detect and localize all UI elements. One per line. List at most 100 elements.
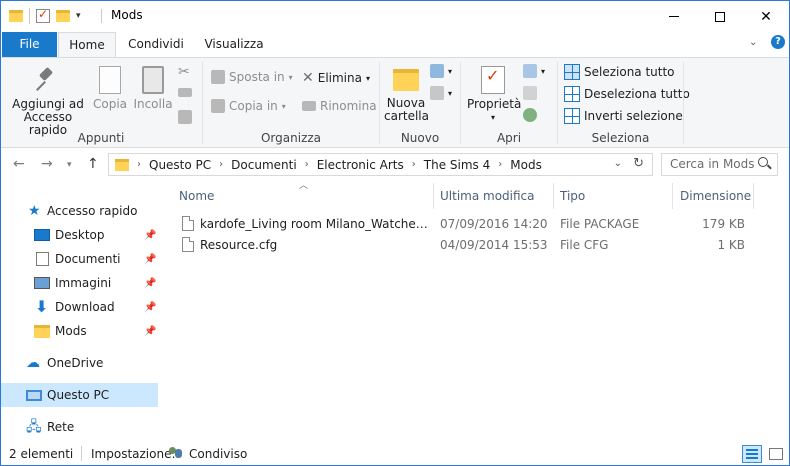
breadcrumb-electronic-arts[interactable]: Electronic Arts [317, 158, 404, 172]
help-icon[interactable]: ? [771, 35, 785, 49]
navigation-pane: ★ Accesso rapido Desktop 📌 Documenti 📌 I… [1, 181, 158, 441]
cut-icon[interactable]: ✂ [178, 64, 190, 80]
table-row[interactable]: kardofe_Living room Milano_Watches.pa...… [173, 214, 785, 235]
pin-icon[interactable]: 📌 [144, 230, 156, 241]
tab-view[interactable]: Visualizza [200, 32, 268, 57]
documents-icon [36, 252, 49, 266]
pin-icon[interactable]: 📌 [144, 278, 156, 289]
maximize-icon [715, 11, 725, 22]
pin-quick-access-button[interactable]: Aggiungi ad Accesso rapido [7, 66, 89, 137]
details-view-icon[interactable] [742, 445, 762, 463]
nav-item-mods[interactable]: Mods 📌 [1, 319, 158, 343]
nav-item-desktop[interactable]: Desktop 📌 [1, 223, 158, 247]
close-button[interactable]: ✕ [743, 1, 789, 32]
refresh-icon[interactable]: ↻ [633, 156, 644, 171]
delete-button[interactable]: ✕ Elimina ▾ [302, 70, 370, 86]
column-header-type[interactable]: Tipo [560, 183, 670, 209]
status-bar: 2 elementi Impostazione: Condiviso [1, 441, 789, 465]
forward-arrow-icon[interactable]: → [41, 156, 53, 172]
pin-icon[interactable]: 📌 [144, 302, 156, 313]
paste-shortcut-icon[interactable] [178, 110, 192, 124]
chevron-right-icon[interactable]: › [498, 159, 502, 170]
chevron-right-icon[interactable]: › [305, 159, 309, 170]
column-separator[interactable] [433, 183, 434, 209]
properties-label: Proprietà [467, 97, 522, 111]
select-none-button[interactable]: Deseleziona tutto [564, 86, 690, 102]
breadcrumb-the-sims-4[interactable]: The Sims 4 [424, 158, 490, 172]
folder-icon [115, 158, 129, 171]
back-arrow-icon[interactable]: ← [13, 156, 25, 172]
search-icon[interactable] [758, 157, 768, 167]
pin-icon[interactable]: 📌 [144, 326, 156, 337]
column-header-size[interactable]: Dimensione [680, 183, 752, 209]
nav-this-pc[interactable]: Questo PC [1, 383, 158, 407]
invert-selection-label: Inverti selezione [584, 109, 683, 123]
breadcrumb-mods[interactable]: Mods [510, 158, 542, 172]
close-icon: ✕ [760, 8, 772, 25]
select-all-icon [564, 64, 580, 80]
recent-locations-icon[interactable]: ▾ [67, 160, 72, 170]
minimize-button[interactable] [651, 1, 697, 32]
column-header-name[interactable]: Nome [179, 183, 433, 209]
nav-item-download[interactable]: ⬇ Download 📌 [1, 295, 158, 319]
column-header-modified[interactable]: Ultima modifica [440, 183, 552, 209]
network-icon: 🖧 [26, 419, 42, 435]
copy-path-icon[interactable] [178, 88, 192, 97]
paste-icon [142, 66, 164, 94]
address-dropdown-icon[interactable]: ⌄ [614, 158, 622, 169]
new-folder-icon [393, 69, 419, 91]
new-folder-qat-icon[interactable] [56, 10, 70, 22]
copy-button[interactable]: Copia [91, 66, 129, 111]
expand-ribbon-icon[interactable]: ⌄ [749, 37, 757, 48]
file-name: Resource.cfg [200, 238, 278, 252]
ribbon: Aggiungi ad Accesso rapido Copia Incolla… [1, 57, 789, 148]
nav-item-documenti[interactable]: Documenti 📌 [1, 247, 158, 271]
rename-button[interactable]: Rinomina [302, 99, 377, 113]
select-none-icon [564, 86, 580, 102]
nav-network[interactable]: 🖧 Rete [1, 415, 158, 439]
address-bar[interactable]: › Questo PC › Documenti › Electronic Art… [108, 153, 653, 176]
column-separator[interactable] [672, 183, 673, 209]
up-arrow-icon[interactable]: ↑ [87, 156, 99, 172]
qat-dropdown-icon[interactable]: ▾ [76, 11, 81, 21]
easy-access-icon[interactable]: ▾ [430, 86, 452, 100]
copy-to-button[interactable]: Copia in ▾ [211, 99, 286, 113]
breadcrumb-questo-pc[interactable]: Questo PC [149, 158, 211, 172]
history-icon[interactable] [523, 108, 537, 122]
quick-access-toolbar: ▾ [9, 7, 81, 24]
copy-label: Copia [92, 97, 128, 111]
chevron-right-icon[interactable]: › [412, 159, 416, 170]
move-to-icon [211, 70, 225, 84]
column-separator[interactable] [553, 183, 554, 209]
properties-button[interactable]: Proprietà ▾ [467, 66, 522, 124]
edit-icon[interactable] [523, 86, 537, 100]
maximize-button[interactable] [697, 1, 743, 32]
file-modified: 07/09/2016 14:20 [440, 217, 548, 231]
chevron-right-icon[interactable]: › [137, 159, 141, 170]
open-icon[interactable]: ▾ [523, 64, 545, 78]
tab-share[interactable]: Condividi [123, 32, 189, 57]
large-icons-view-icon[interactable] [766, 445, 786, 463]
chevron-right-icon[interactable]: › [219, 159, 223, 170]
shared-users-icon [168, 446, 184, 460]
properties-qat-icon[interactable] [36, 7, 50, 23]
paste-button[interactable]: Incolla [132, 66, 174, 111]
file-size: 1 KB [717, 238, 745, 252]
tab-home[interactable]: Home [58, 32, 116, 58]
nav-quick-access[interactable]: ★ Accesso rapido [1, 199, 158, 223]
nav-onedrive[interactable]: ☁ OneDrive [1, 351, 158, 375]
tab-file[interactable]: File [2, 32, 57, 57]
group-new: Nuova cartella ▾ ▾ Nuovo [380, 58, 460, 148]
move-to-button[interactable]: Sposta in ▾ [211, 70, 293, 84]
breadcrumb-documenti[interactable]: Documenti [231, 158, 297, 172]
new-item-icon[interactable]: ▾ [430, 64, 452, 78]
column-separator[interactable] [753, 183, 754, 209]
new-folder-button[interactable]: Nuova cartella [384, 66, 429, 123]
nav-item-immagini[interactable]: Immagini 📌 [1, 271, 158, 295]
nav-item-label: Documenti [55, 252, 121, 266]
pin-icon[interactable]: 📌 [144, 254, 156, 265]
invert-selection-button[interactable]: Inverti selezione [564, 108, 683, 124]
table-row[interactable]: Resource.cfg 04/09/2014 15:53 File CFG 1… [173, 235, 785, 256]
select-all-button[interactable]: Seleziona tutto [564, 64, 675, 80]
status-separator [81, 446, 82, 461]
